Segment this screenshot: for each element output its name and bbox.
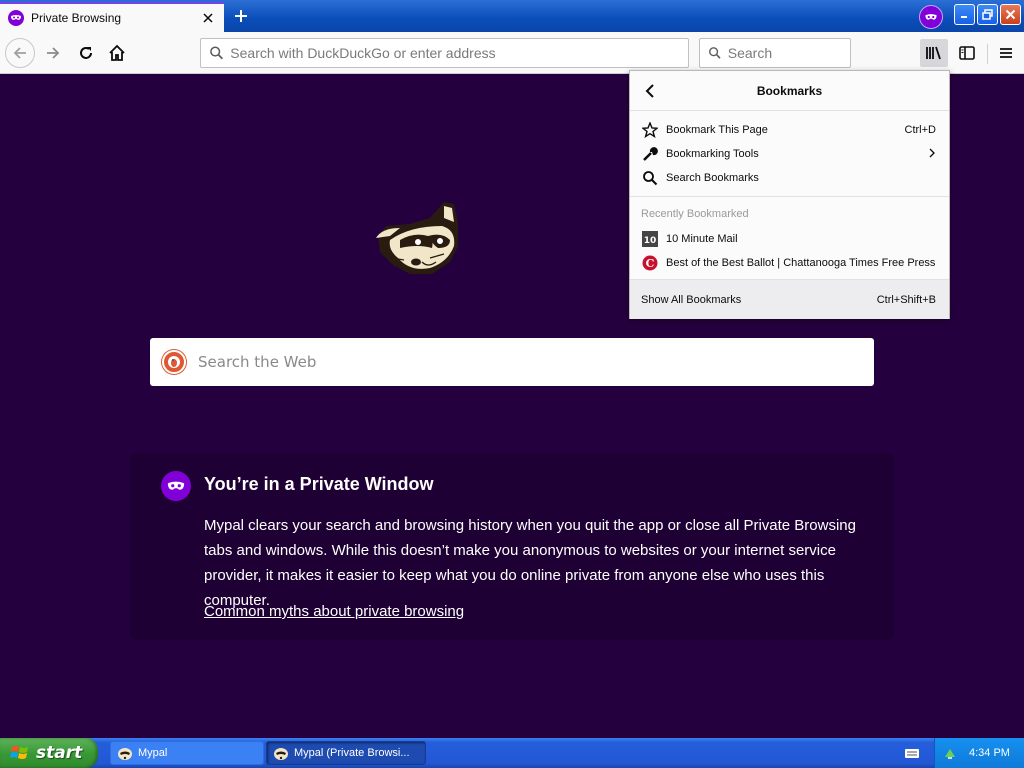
mypal-raccoon-icon [274,748,288,760]
chevron-right-icon [928,148,936,161]
windows-taskbar: start Mypal Mypal (Private Browsi... 4:3… [0,738,1024,768]
bookmark-label: Best of the Best Ballot | Chattanooga Ti… [666,257,936,269]
svg-text:10: 10 [644,236,657,246]
menu-button[interactable] [992,39,1020,67]
bookmarks-panel-title: Bookmarks [756,84,823,98]
private-mask-icon [161,471,191,501]
start-label: start [36,743,83,763]
svg-text:C: C [646,257,655,270]
web-search-box[interactable] [150,338,874,386]
search-icon [210,46,223,60]
keyboard-icon[interactable] [904,745,920,761]
address-bar[interactable] [200,38,689,68]
toolbar-separator [987,44,988,64]
show-all-bookmarks-item[interactable]: Show All Bookmarks Ctrl+Shift+B [630,279,949,319]
library-icon [926,46,941,60]
home-button[interactable] [102,38,132,68]
menu-item-label: Bookmark This Page [666,124,768,136]
bookmarking-tools-item[interactable]: Bookmarking Tools [630,142,949,166]
show-all-bookmarks-label: Show All Bookmarks [641,293,742,306]
home-icon [109,44,125,61]
private-browsing-myths-link[interactable]: Common myths about private browsing [204,603,464,620]
private-window-description: Mypal clears your search and browsing hi… [204,517,856,609]
tab-close-icon[interactable] [200,10,216,26]
forward-button[interactable] [38,38,68,68]
minimize-button[interactable] [954,4,975,25]
sidebar-button[interactable] [953,39,981,67]
private-window-info-card: You’re in a Private Window Mypal clears … [130,453,894,640]
back-button[interactable] [5,38,35,68]
tab-private-browsing[interactable]: Private Browsing [0,2,224,32]
private-window-title: You’re in a Private Window [204,474,434,494]
reload-icon [80,47,92,59]
navigation-toolbar [0,32,1024,74]
raccoon-mascot-icon [376,202,458,274]
sidebar-icon [959,46,975,60]
address-input[interactable] [230,45,688,61]
10-minute-mail-favicon: 10 [641,230,659,248]
search-icon [709,47,721,59]
tab-bar: Private Browsing [0,0,1024,32]
windows-logo-icon [10,746,28,759]
library-button[interactable] [920,39,948,67]
taskbar-item-label: Mypal (Private Browsi... [294,747,410,759]
forward-arrow-icon [47,47,60,59]
bookmark-label: 10 Minute Mail [666,233,738,245]
search-input[interactable] [727,45,850,61]
taskbar-item-mypal-private[interactable]: Mypal (Private Browsi... [266,741,426,765]
new-tab-button[interactable] [228,4,254,28]
wrench-icon [641,145,659,163]
back-arrow-icon [13,47,26,59]
private-mask-icon [8,10,24,26]
taskbar-item-mypal[interactable]: Mypal [110,741,264,765]
star-icon [641,121,659,139]
bookmarks-panel-header: Bookmarks [630,71,949,111]
plus-icon [235,10,247,22]
mypal-raccoon-icon [118,748,132,760]
taskbar-item-label: Mypal [138,747,168,759]
search-icon [641,169,659,187]
recent-bookmark-10-minute-mail[interactable]: 10 10 Minute Mail [630,227,949,251]
chattanooga-times-favicon: C [641,254,659,272]
reload-button[interactable] [71,38,101,68]
duckduckgo-logo-icon [162,350,186,374]
menu-item-shortcut: Ctrl+D [904,124,936,136]
panel-separator [630,196,949,197]
bookmark-this-page-item[interactable]: Bookmark This Page Ctrl+D [630,118,949,142]
bookmarks-panel: Bookmarks Bookmark This Page Ctrl+D Book… [629,70,950,319]
restore-button[interactable] [977,4,998,25]
network-tray-icon[interactable] [942,745,958,761]
menu-item-label: Bookmarking Tools [666,148,759,160]
start-button[interactable]: start [0,738,98,768]
private-browsing-indicator-icon [919,5,943,29]
menu-item-label: Search Bookmarks [666,172,759,184]
clock: 4:34 PM [969,747,1010,759]
web-search-input[interactable] [198,353,838,371]
show-all-bookmarks-shortcut: Ctrl+Shift+B [876,293,936,306]
search-bookmarks-item[interactable]: Search Bookmarks [630,166,949,190]
close-window-button[interactable] [1000,4,1021,25]
search-bar[interactable] [699,38,851,68]
recently-bookmarked-heading: Recently Bookmarked [641,208,749,220]
hamburger-menu-icon [1000,48,1012,58]
tab-title: Private Browsing [31,11,122,25]
recent-bookmark-chattanooga-times[interactable]: C Best of the Best Ballot | Chattanooga … [630,251,949,275]
